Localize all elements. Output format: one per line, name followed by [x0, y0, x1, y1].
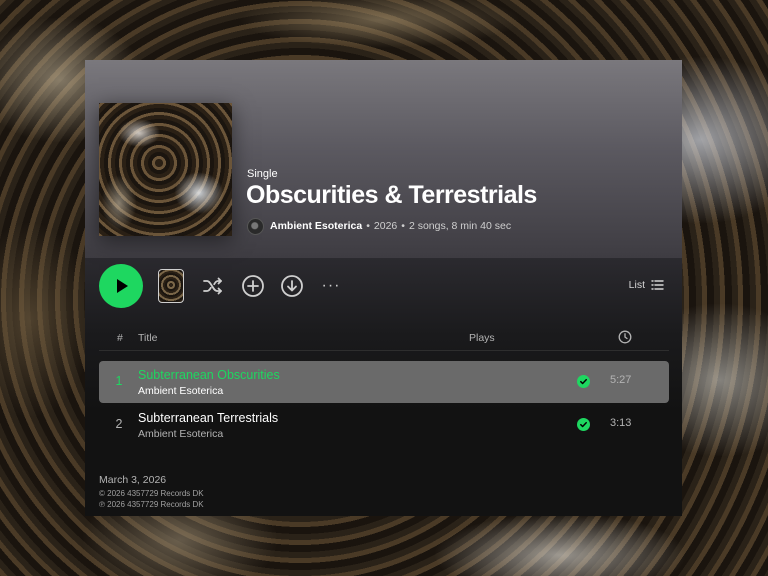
track-number: 1	[115, 374, 123, 388]
download-circle-icon	[281, 275, 303, 297]
album-title: Obscurities & Terrestrials	[246, 181, 537, 209]
release-date: March 3, 2026	[99, 474, 167, 486]
track-artist[interactable]: Ambient Esoterica	[138, 428, 223, 440]
add-circle-icon	[242, 275, 264, 297]
preview-thumbnail-button[interactable]	[158, 269, 184, 303]
more-options-icon: ···	[321, 277, 341, 294]
tracklist-header: # Title Plays	[99, 330, 669, 346]
play-icon	[117, 279, 128, 293]
header-divider	[99, 350, 669, 351]
column-plays[interactable]: Plays	[469, 332, 495, 344]
downloaded-check-icon	[577, 375, 590, 388]
track-artist[interactable]: Ambient Esoterica	[138, 385, 223, 397]
track-row[interactable]: 2 Subterranean Terrestrials Ambient Esot…	[99, 404, 669, 446]
column-title[interactable]: Title	[138, 332, 157, 344]
track-row[interactable]: 1 Subterranean Obscurities Ambient Esote…	[99, 361, 669, 403]
album-summary: 2 songs, 8 min 40 sec	[408, 220, 512, 232]
album-cover-art	[99, 103, 232, 236]
clock-icon	[618, 330, 632, 344]
release-year: 2026	[373, 220, 398, 232]
track-title[interactable]: Subterranean Terrestrials	[138, 411, 278, 425]
artist-avatar[interactable]	[247, 217, 264, 235]
meta-separator: •	[366, 220, 370, 232]
copyright-text: © 2026 4357729 Records DK	[99, 489, 204, 498]
track-duration: 3:13	[610, 417, 632, 429]
list-view-icon	[651, 280, 664, 290]
downloaded-check-icon	[577, 418, 590, 431]
add-to-library-button[interactable]	[241, 274, 265, 298]
shuffle-icon	[203, 277, 222, 295]
album-meta: Ambient Esoterica • 2026 • 2 songs, 8 mi…	[247, 217, 511, 235]
meta-separator: •	[401, 220, 405, 232]
shuffle-button[interactable]	[201, 274, 225, 298]
phonographic-copyright-text: ℗ 2026 4357729 Records DK	[99, 500, 204, 509]
view-mode-toggle[interactable]: List	[629, 279, 664, 291]
track-duration: 5:27	[610, 374, 632, 386]
play-button[interactable]	[99, 264, 143, 308]
view-mode-label: List	[628, 279, 645, 291]
release-type-label: Single	[247, 168, 278, 180]
track-number: 2	[115, 417, 123, 431]
track-title[interactable]: Subterranean Obscurities	[138, 368, 280, 382]
album-view: Single Obscurities & Terrestrials Ambien…	[85, 60, 682, 516]
more-options-button[interactable]: ···	[319, 274, 343, 298]
column-number: #	[117, 332, 123, 344]
download-button[interactable]	[280, 274, 304, 298]
artist-link[interactable]: Ambient Esoterica	[270, 220, 362, 232]
